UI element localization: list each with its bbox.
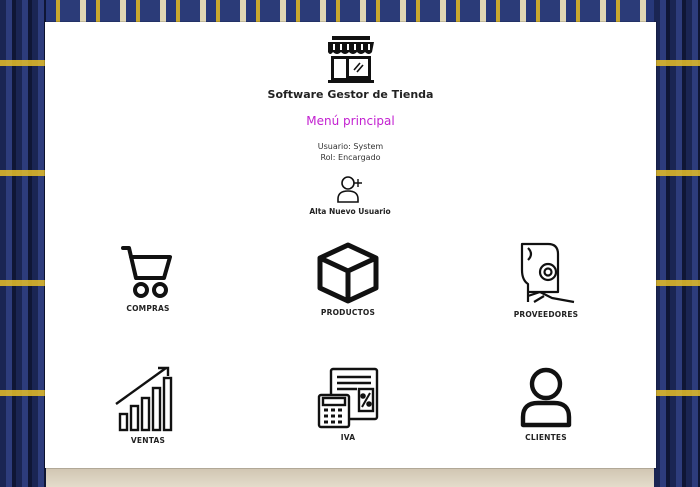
- supplier-icon: [520, 242, 575, 304]
- module-label: PROVEEDORES: [513, 310, 579, 319]
- user-role: Rol: Encargado: [320, 153, 381, 162]
- box-icon: [317, 242, 379, 304]
- module-clientes-button[interactable]: CLIENTES: [491, 367, 601, 442]
- background-floor: [46, 467, 654, 487]
- module-label: VENTAS: [130, 436, 166, 445]
- module-compras-button[interactable]: COMPRAS: [93, 244, 203, 313]
- module-iva-button[interactable]: IVA: [293, 367, 403, 442]
- add-user-icon: [337, 176, 362, 203]
- background-shelf-left: [0, 0, 46, 487]
- user-info: Usuario: System Rol: Encargado: [45, 141, 656, 163]
- module-label: CLIENTES: [525, 433, 567, 442]
- background-top: [46, 0, 654, 22]
- app-title: Software Gestor de Tienda: [267, 88, 434, 101]
- module-label: COMPRAS: [126, 304, 170, 313]
- shopping-cart-icon: [121, 246, 172, 298]
- module-label: IVA: [340, 433, 356, 442]
- user-name: Usuario: System: [317, 142, 384, 151]
- app-header: Software Gestor de Tienda: [45, 32, 656, 101]
- main-menu-panel: Software Gestor de Tienda Menú principal…: [45, 22, 656, 468]
- module-proveedores-button[interactable]: PROVEEDORES: [491, 240, 601, 319]
- module-ventas-button[interactable]: VENTAS: [93, 364, 203, 445]
- background-shelf-right: [654, 0, 700, 487]
- module-label: PRODUCTOS: [320, 308, 376, 317]
- store-icon: [327, 36, 374, 83]
- user-icon: [520, 367, 572, 428]
- growth-chart-icon: [115, 366, 173, 432]
- calculator-icon: [317, 367, 379, 429]
- menu-title: Menú principal: [306, 114, 395, 128]
- add-user-label: Alta Nuevo Usuario: [309, 207, 391, 216]
- module-productos-button[interactable]: PRODUCTOS: [293, 242, 403, 317]
- add-user-button[interactable]: Alta Nuevo Usuario: [300, 174, 400, 216]
